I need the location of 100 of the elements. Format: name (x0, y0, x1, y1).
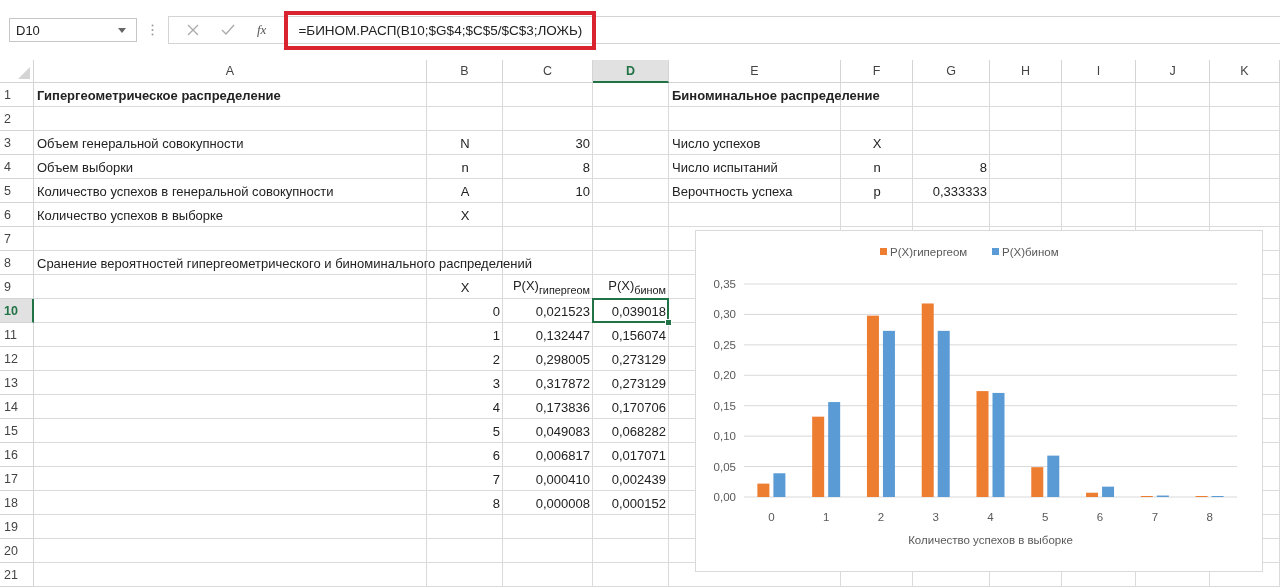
row-header[interactable]: 21 (0, 563, 34, 587)
table-cell: 30 (575, 135, 590, 151)
row-header[interactable]: 3 (0, 131, 34, 155)
bar (1086, 492, 1099, 497)
cancel-icon[interactable] (187, 24, 199, 36)
row-header[interactable]: 17 (0, 467, 34, 491)
table-cell: 0,006817 (535, 447, 590, 463)
row-header[interactable]: 15 (0, 419, 34, 443)
column-header[interactable]: I (1062, 60, 1136, 83)
column-header[interactable]: F (841, 60, 913, 83)
table-cell: 0,156074 (611, 327, 666, 343)
table-cell: 4 (492, 399, 500, 415)
table-cell: Число успехов (672, 135, 761, 151)
table-cell: 0,170706 (611, 399, 666, 415)
check-icon[interactable] (221, 24, 235, 36)
row-header[interactable]: 1 (0, 83, 34, 107)
table-cell: 8 (492, 495, 500, 511)
table-cell: 3 (492, 375, 500, 391)
table-cell: N (460, 135, 470, 151)
column-header[interactable]: D (593, 60, 669, 83)
table-cell: 8 (582, 159, 590, 175)
table-cell: 1 (492, 327, 500, 343)
table-cell: Объем генеральной совокупности (37, 135, 244, 151)
table-cell: 0,333333 (932, 183, 987, 199)
table-cell: 0,068282 (611, 423, 666, 439)
row-header[interactable]: 6 (0, 203, 34, 227)
row-header[interactable]: 11 (0, 323, 34, 347)
axis-title: Количество успехов в выборке (908, 534, 1073, 546)
table-cell: 0,173836 (535, 399, 590, 415)
select-all-icon[interactable] (18, 67, 30, 79)
column-header[interactable]: H (990, 60, 1062, 83)
y-axis-label: 0,05 (713, 460, 736, 473)
row-header[interactable]: 2 (0, 107, 34, 131)
table-cell: Сранение вероятностей гипергеометрического и биноминального распределений (37, 255, 532, 271)
row-header[interactable]: 16 (0, 443, 34, 467)
bar (1047, 455, 1060, 497)
column-header[interactable]: E (669, 60, 841, 83)
row-header[interactable]: 19 (0, 515, 34, 539)
table-cell: 0,021523 (535, 303, 590, 319)
y-axis-label: 0,15 (713, 399, 736, 412)
column-header[interactable]: B (427, 60, 503, 83)
table-cell: 0,039018 (611, 303, 666, 319)
row-header[interactable]: 14 (0, 395, 34, 419)
row-header[interactable]: 18 (0, 491, 34, 515)
y-axis-label: 0,10 (713, 430, 736, 443)
table-cell: Верочтность успеха (672, 183, 793, 199)
column-header[interactable]: A (34, 60, 427, 83)
x-axis-label: 6 (1096, 511, 1104, 523)
table-cell: 0,049083 (535, 423, 590, 439)
table-cell: X (872, 135, 882, 151)
row-header[interactable]: 20 (0, 539, 34, 563)
table-cell: 0,273129 (611, 351, 666, 367)
table-cell: 0,298005 (535, 351, 590, 367)
x-axis-label: 4 (987, 511, 994, 523)
table-cell: 0,132447 (535, 327, 590, 343)
row-header[interactable]: 8 (0, 251, 34, 275)
column-header[interactable]: J (1136, 60, 1210, 83)
y-axis-label: 0,25 (713, 338, 736, 351)
row-header[interactable]: 12 (0, 347, 34, 371)
row-header[interactable]: 5 (0, 179, 34, 203)
table-cell: P(X)$_{гипергеом}$ (512, 278, 590, 296)
row-header[interactable]: 13 (0, 371, 34, 395)
table-cell: 6 (492, 447, 500, 463)
row-header[interactable]: 10 (0, 299, 34, 323)
fill-handle[interactable] (665, 319, 672, 326)
formula-text[interactable]: =БИНОМ.РАСП(B10;$G$4;$C$5/$C$3;ЛОЖЬ) (284, 10, 597, 50)
table-cell: X (460, 279, 470, 295)
table-cell: n (873, 159, 881, 175)
x-axis-label: 5 (1042, 511, 1049, 523)
table-cell: Биноминальное распределение (672, 87, 880, 103)
table-cell: 10 (575, 183, 590, 199)
legend-label: P(X)гипергеом (890, 246, 968, 258)
name-box[interactable]: D10 (9, 18, 137, 42)
row-header[interactable]: 4 (0, 155, 34, 179)
table-cell: Число испытаний (672, 159, 778, 175)
table-cell: 0,017071 (611, 447, 666, 463)
y-axis-label: 0,20 (713, 369, 736, 382)
table-cell: Объем выборки (37, 159, 134, 175)
y-axis-label: 0,30 (713, 308, 736, 321)
x-axis-label: 7 (1151, 511, 1159, 523)
table-cell: A (460, 183, 470, 199)
x-axis-label: 0 (768, 511, 775, 523)
table-cell: 7 (492, 471, 500, 487)
table-cell: X (460, 207, 470, 223)
row-header[interactable]: 9 (0, 275, 34, 299)
table-cell: 0,273129 (611, 375, 666, 391)
table-cell: 0,000410 (535, 471, 590, 487)
table-cell: 0 (492, 303, 500, 319)
bar (773, 473, 786, 497)
row-header[interactable]: 7 (0, 227, 34, 251)
table-cell: p (873, 183, 881, 199)
table-cell: 5 (492, 423, 500, 439)
function-button[interactable]: fx (257, 22, 267, 38)
table-cell: 0,002439 (611, 471, 666, 487)
table-cell: 8 (979, 159, 987, 175)
table-cell: 0,000008 (535, 495, 590, 511)
column-header[interactable]: C (503, 60, 593, 83)
column-header[interactable]: G (913, 60, 990, 83)
column-header[interactable]: K (1210, 60, 1280, 83)
caret-icon (118, 27, 126, 33)
